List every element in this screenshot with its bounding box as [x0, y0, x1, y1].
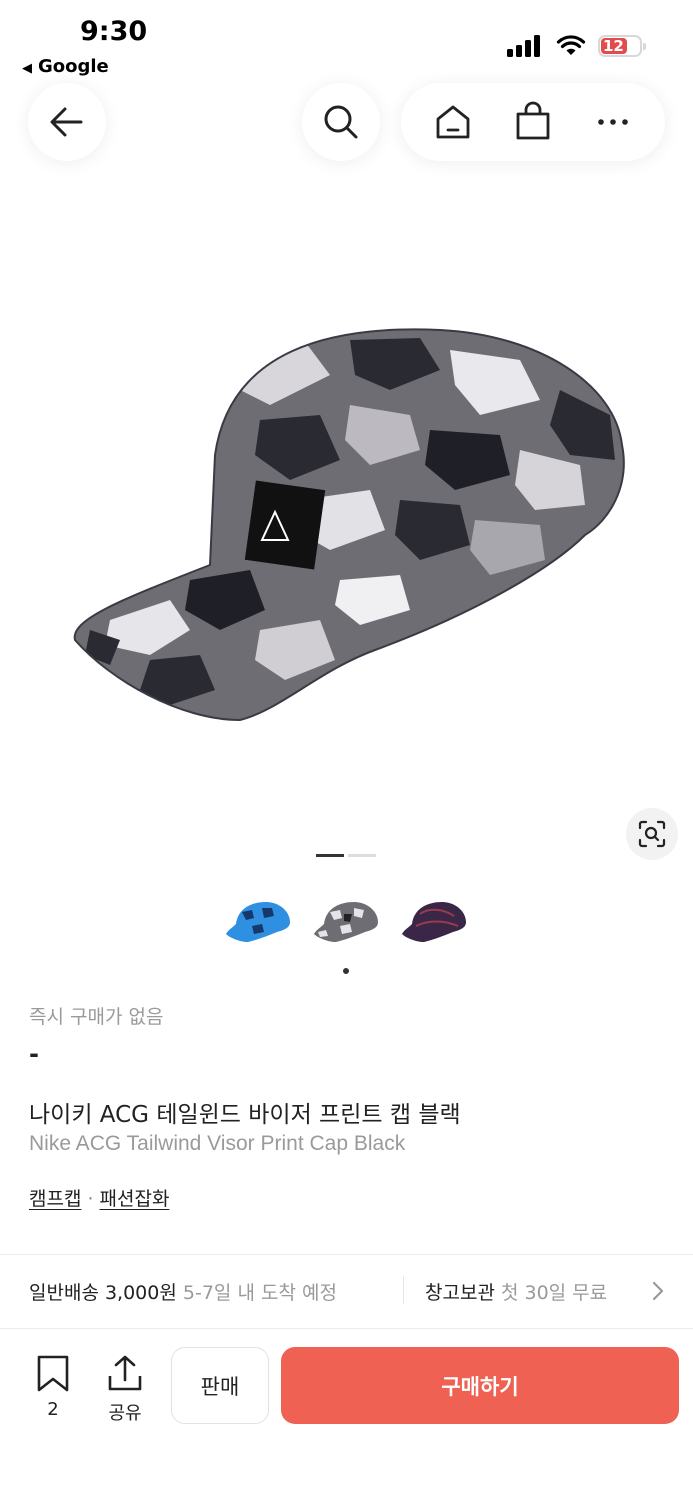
share-label: 공유 [108, 1403, 142, 1424]
shipping-info[interactable]: 일반배송 3,000원 5-7일 내 도착 예정 [29, 1278, 337, 1305]
price-value: - [29, 1040, 39, 1068]
bottom-bar-divider [0, 1328, 693, 1329]
pagination-active [316, 854, 344, 857]
category-link-camp-cap[interactable]: 캠프캡 [29, 1188, 81, 1210]
arrow-left-icon [50, 107, 83, 137]
color-thumb-blue[interactable] [222, 890, 296, 954]
pagination-inactive [348, 854, 376, 857]
shopping-bag-icon[interactable] [509, 98, 557, 146]
status-bar: 9:30 ◀ Google 12 [0, 0, 693, 80]
shipping-separator [403, 1276, 404, 1304]
status-time: 9:30 [80, 16, 148, 47]
color-thumb-grey-camo[interactable] [310, 890, 384, 954]
color-thumb-purple[interactable] [398, 890, 472, 954]
bookmark-icon [37, 1355, 69, 1392]
more-dots-icon[interactable] [589, 98, 637, 146]
battery-icon: 12 [598, 35, 646, 57]
storage-info[interactable]: 창고보관 첫 30일 무료 [425, 1278, 607, 1305]
share-icon [108, 1355, 142, 1391]
bookmark-count: 2 [47, 1399, 59, 1420]
storage-detail: 첫 30일 무료 [500, 1282, 608, 1304]
back-to-app-link[interactable]: ◀ Google [22, 56, 109, 77]
nav-action-group [401, 83, 665, 161]
buy-button[interactable]: 구매하기 [281, 1347, 679, 1424]
storage-label: 창고보관 [425, 1282, 495, 1304]
category-link-fashion-goods[interactable]: 패션잡화 [100, 1188, 170, 1210]
shipping-eta: 5-7일 내 도착 예정 [182, 1282, 337, 1304]
divider [0, 1254, 693, 1255]
sell-button[interactable]: 판매 [171, 1347, 269, 1424]
search-icon [324, 105, 358, 139]
back-triangle-icon: ◀ [22, 61, 32, 76]
product-name-korean: 나이키 ACG 테일윈드 바이저 프린트 캡 블랙 [29, 1102, 461, 1128]
product-name-english: Nike ACG Tailwind Visor Print Cap Black [29, 1132, 406, 1155]
shipping-label: 일반배송 3,000원 [29, 1282, 177, 1304]
battery-level: 12 [603, 37, 624, 55]
search-button[interactable] [302, 83, 380, 161]
instant-price-label: 즉시 구매가 없음 [29, 1006, 164, 1028]
cellular-signal-icon [507, 35, 540, 57]
breadcrumb: 캠프캡 · 패션잡화 [29, 1184, 169, 1211]
bookmark-button[interactable]: 2 [30, 1354, 76, 1426]
share-button[interactable]: 공유 [100, 1354, 150, 1426]
back-button[interactable] [28, 83, 106, 161]
home-icon[interactable] [429, 98, 477, 146]
wifi-icon [556, 35, 586, 55]
image-search-button[interactable] [626, 808, 678, 860]
selected-color-indicator [343, 968, 349, 974]
back-app-label: Google [38, 56, 109, 77]
chevron-right-icon[interactable] [648, 1277, 668, 1305]
product-image[interactable] [0, 200, 693, 890]
image-search-icon [638, 820, 666, 848]
category-separator: · [87, 1188, 94, 1210]
